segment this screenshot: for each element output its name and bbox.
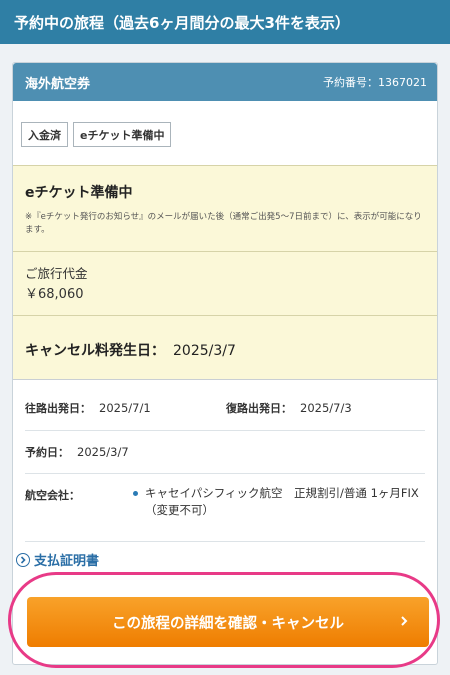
fee-row: ご旅行代金 ￥68,060	[13, 252, 437, 316]
card-title: 海外航空券	[25, 76, 91, 92]
outbound-date: 2025/7/1	[99, 401, 151, 415]
card-header: 海外航空券 予約番号：1367021	[13, 63, 437, 101]
fee-label: ご旅行代金	[25, 266, 88, 281]
outbound-date-field: 往路出発日： 2025/7/1	[25, 400, 151, 416]
notice-panel: eチケット準備中 ※『eチケット発行のお知らせ』のメールが届いた後（通常ご出発5…	[13, 165, 437, 380]
return-date-field: 復路出発日： 2025/7/3	[226, 400, 352, 416]
booking-date-field: 予約日： 2025/3/7	[25, 444, 129, 460]
cancellation-row: キャンセル料発生日： 2025/3/7	[13, 316, 437, 380]
status-tags: 入金済 eチケット準備中	[21, 122, 172, 147]
cta-label: この旅程の詳細を確認・キャンセル	[112, 615, 344, 632]
eticket-status-title: eチケット準備中	[25, 185, 133, 201]
airline-label: 航空会社：	[25, 489, 80, 502]
bullet-icon	[133, 491, 138, 496]
outbound-label: 往路出発日：	[25, 402, 91, 415]
fee-value: ￥68,060	[25, 287, 84, 302]
chevron-circle-right-icon	[16, 552, 30, 567]
section-header: 予約中の旅程（過去6ヶ月間分の最大3件を表示）	[0, 0, 450, 44]
status-badge-paid: 入金済	[21, 122, 68, 147]
cancellation-info: キャンセル料発生日： 2025/3/7	[25, 340, 236, 360]
eticket-status-row: eチケット準備中 ※『eチケット発行のお知らせ』のメールが届いた後（通常ご出発5…	[13, 166, 437, 252]
reservation-card: 海外航空券 予約番号：1367021 入金済 eチケット準備中 eチケット準備中…	[12, 62, 438, 665]
airline-value-wrap: キャセイパシフィック航空 正規割引/普通 1ヶ月FIX（変更不可）	[133, 485, 423, 519]
departure-dates-row: 往路出発日： 2025/7/1 復路出発日： 2025/7/3	[25, 379, 425, 431]
eticket-status-note: ※『eチケット発行のお知らせ』のメールが届いた後（通常ご出発5～7日前まで）に、…	[25, 212, 422, 235]
booking-date-row: 予約日： 2025/3/7	[25, 431, 425, 474]
airline-value: キャセイパシフィック航空 正規割引/普通 1ヶ月FIX（変更不可）	[145, 486, 419, 517]
cancellation-label: キャンセル料発生日：	[25, 343, 165, 359]
status-badge-eticket: eチケット準備中	[73, 122, 172, 147]
return-label: 復路出発日：	[226, 402, 292, 415]
payment-certificate-link[interactable]: 支払証明書	[16, 550, 99, 569]
booking-label: 予約日：	[25, 446, 69, 459]
return-date: 2025/7/3	[300, 401, 352, 415]
booking-date: 2025/3/7	[77, 445, 129, 459]
chevron-right-icon	[401, 616, 408, 626]
airline-row: 航空会社： キャセイパシフィック航空 正規割引/普通 1ヶ月FIX（変更不可）	[25, 474, 425, 542]
section-title: 予約中の旅程（過去6ヶ月間分の最大3件を表示）	[14, 13, 350, 32]
payment-certificate-label: 支払証明書	[34, 554, 100, 569]
reservation-number: 予約番号：1367021	[323, 76, 427, 89]
view-details-cancel-button[interactable]: この旅程の詳細を確認・キャンセル	[27, 597, 429, 647]
cancellation-date: 2025/3/7	[173, 343, 236, 359]
